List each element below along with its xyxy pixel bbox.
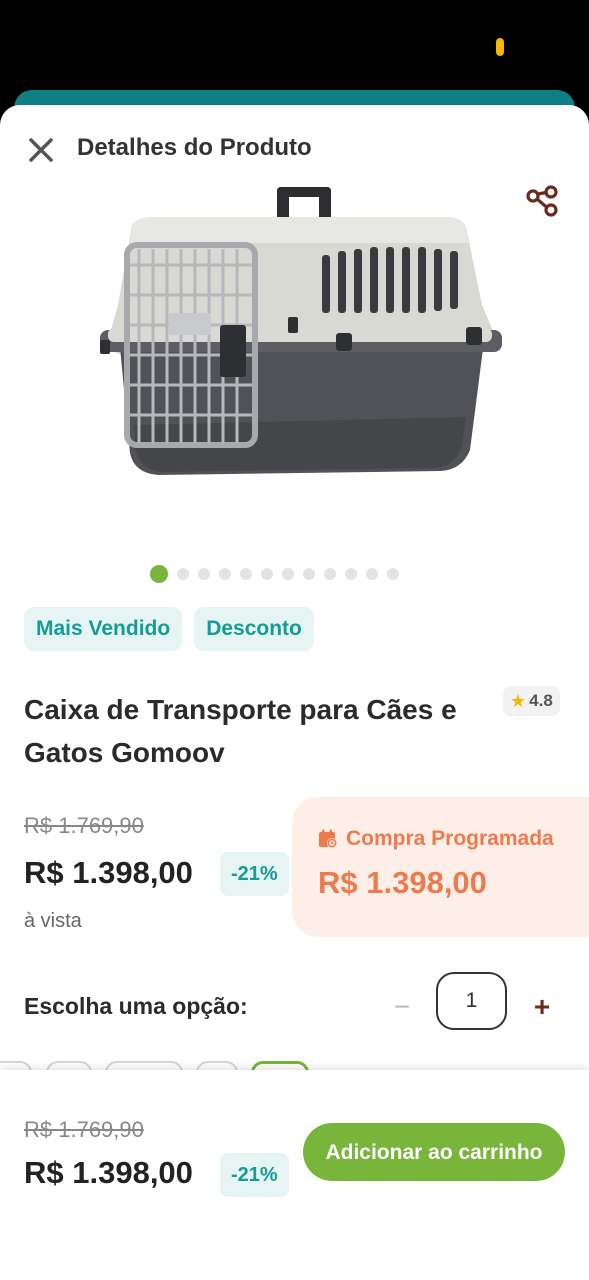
- carousel-dot[interactable]: [324, 568, 336, 580]
- rating-badge: ★ 4.8: [503, 686, 560, 716]
- product-image: [100, 187, 502, 475]
- star-icon: ★: [510, 690, 527, 711]
- share-icon: [526, 185, 558, 217]
- add-to-cart-button[interactable]: Adicionar ao carrinho: [303, 1123, 565, 1181]
- discount-badge: -21%: [220, 852, 289, 896]
- carousel-dot[interactable]: [303, 568, 315, 580]
- bottom-discount-badge: -21%: [220, 1153, 289, 1197]
- status-indicator: [496, 38, 504, 56]
- carousel-dot[interactable]: [387, 568, 399, 580]
- quantity-increase-button[interactable]: +: [528, 987, 556, 1027]
- bottom-price: R$ 1.398,00: [24, 1155, 193, 1190]
- image-carousel-indicator: [150, 565, 399, 583]
- header: Detalhes do Produto: [0, 105, 589, 195]
- old-price: R$ 1.769,90: [24, 813, 144, 838]
- price: R$ 1.398,00: [24, 855, 193, 890]
- carousel-dot-active[interactable]: [150, 565, 168, 583]
- carousel-dot[interactable]: [198, 568, 210, 580]
- option-label: Escolha uma opção:: [24, 993, 248, 1019]
- scheduled-purchase-label: Compra Programada: [318, 827, 554, 851]
- rating-value: 4.8: [529, 691, 553, 710]
- product-title: Caixa de Transporte para Cães e Gatos Go…: [24, 694, 457, 768]
- calendar-icon: [319, 829, 337, 848]
- quantity-input[interactable]: 1: [436, 972, 507, 1030]
- carousel-dot[interactable]: [240, 568, 252, 580]
- bottom-old-price: R$ 1.769,90: [24, 1117, 144, 1142]
- product-tags: Mais Vendido Desconto: [24, 607, 314, 651]
- share-button[interactable]: [522, 185, 562, 221]
- quantity-decrease-button[interactable]: −: [390, 987, 414, 1027]
- scheduled-price: R$ 1.398,00: [318, 865, 487, 900]
- scheduled-purchase-card[interactable]: Compra Programada R$ 1.398,00: [292, 797, 589, 937]
- tag-best-seller: Mais Vendido: [24, 607, 183, 651]
- close-button[interactable]: [24, 133, 58, 167]
- carousel-dot[interactable]: [177, 568, 189, 580]
- carousel-dot[interactable]: [345, 568, 357, 580]
- carousel-dot[interactable]: [282, 568, 294, 580]
- page-title: Detalhes do Produto: [77, 134, 312, 161]
- carousel-dot[interactable]: [366, 568, 378, 580]
- payment-note: à vista: [24, 910, 82, 932]
- tag-discount: Desconto: [194, 607, 314, 651]
- bottom-purchase-bar: R$ 1.769,90 R$ 1.398,00 -21% Adicionar a…: [0, 1070, 589, 1280]
- product-details-sheet: Detalhes do Produto Mais Vendido Descont…: [0, 105, 589, 1280]
- carousel-dot[interactable]: [219, 568, 231, 580]
- close-icon: [29, 138, 53, 162]
- carousel-dot[interactable]: [261, 568, 273, 580]
- scheduled-purchase-text: Compra Programada: [346, 827, 554, 850]
- status-bar: [0, 0, 589, 92]
